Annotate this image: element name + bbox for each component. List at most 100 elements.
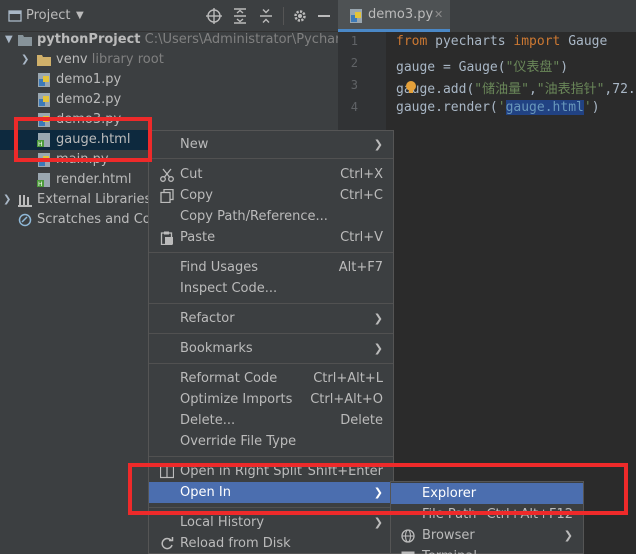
menu-item-cut[interactable]: Cut Ctrl+X [149,164,393,185]
code-keyword: from [396,34,428,49]
collapsed-arrow-icon[interactable]: ❯ [3,190,11,210]
code-text: , [528,82,537,97]
tree-item-label: render.html [56,172,132,187]
tree-item-label: venv [56,52,88,67]
project-view-title[interactable]: Project [26,0,70,32]
code-text: ) [560,60,569,75]
lightbulb-icon[interactable] [405,80,417,98]
menu-item-label: Copy [180,188,213,203]
tab-label: demo3.py [368,7,434,22]
menu-shortcut: Alt+F7 [338,260,383,275]
menu-item-refactor[interactable]: Refactor ❯ [149,308,393,329]
tree-item-label: demo2.py [56,92,122,107]
menu-item-label: Reformat Code [180,371,278,386]
menu-item-optimize-imports[interactable]: Optimize Imports Ctrl+Alt+O [149,389,393,410]
code-string: ' [497,100,506,115]
menu-item-reload-from-disk[interactable]: Reload from Disk [149,533,393,554]
terminal-icon [401,550,415,554]
menu-separator [149,333,393,334]
tree-item-demo1[interactable]: demo1.py [0,70,338,90]
menu-shortcut: Ctrl+C [339,188,383,203]
hide-panel-icon[interactable] [318,0,330,32]
tree-item-label: pythonProject [37,32,141,47]
line-number: 3 [350,78,358,92]
menu-shortcut: Ctrl+Alt+L [313,371,383,386]
line-number: 4 [350,100,358,114]
code-text: gauge = Gauge( [396,60,506,75]
code-line[interactable]: gauge.add("储油量","油表指针",72. [396,78,636,97]
menu-shortcut: Ctrl+X [340,167,383,182]
svg-text:H: H [38,181,43,187]
globe-icon [401,529,415,543]
menu-item-bookmarks[interactable]: Bookmarks ❯ [149,338,393,359]
expand-all-icon[interactable] [233,0,247,32]
code-string: "油表指针" [536,82,605,97]
menu-item-label: Cut [180,167,203,182]
menu-item-label: Find Usages [180,260,259,275]
submenu-item-label: Browser [422,528,475,543]
code-line[interactable]: gauge = Gauge("仪表盘") [396,56,568,75]
expand-arrow-icon[interactable]: ▼ [5,30,13,50]
code-line[interactable]: gauge.render('gauge.html') [396,100,600,115]
menu-item-label: Copy Path/Reference... [180,209,328,224]
menu-item-paste[interactable]: Paste Ctrl+V [149,227,393,248]
locate-file-icon[interactable] [206,0,222,32]
code-selection: gauge.html [505,100,584,115]
submenu-arrow-icon: ❯ [373,138,383,151]
paste-icon [160,231,174,246]
menu-separator [149,252,393,253]
collapsed-arrow-icon[interactable]: ❯ [21,50,29,70]
tab-demo3[interactable]: demo3.py ✕ [338,0,450,32]
menu-item-copy[interactable]: Copy Ctrl+C [149,185,393,206]
editor-tab-bar: demo3.py ✕ [338,0,636,32]
tree-item-label: Scratches and Cons [37,212,166,227]
menu-item-delete[interactable]: Delete... Delete [149,410,393,431]
menu-item-label: New [180,137,209,152]
reload-icon [160,537,174,551]
menu-item-inspect-code[interactable]: Inspect Code... [149,278,393,299]
code-keyword: import [513,34,561,49]
menu-item-label: Optimize Imports [180,392,293,407]
collapse-all-icon[interactable] [259,0,273,32]
submenu-item-terminal[interactable]: Terminal [391,546,583,554]
scissors-icon [160,168,174,182]
menu-item-label: Delete... [180,413,236,428]
python-file-icon [349,9,363,27]
tree-item-pythonproject[interactable]: ▼ pythonProject C:\Users\Administrator\P… [0,30,377,50]
line-number: 2 [350,56,358,70]
menu-item-override-file-type[interactable]: Override File Type [149,431,393,452]
menu-item-local-history[interactable]: Local History ❯ [149,512,393,533]
menu-item-reformat-code[interactable]: Reformat Code Ctrl+Alt+L [149,368,393,389]
gear-icon[interactable] [292,0,308,32]
close-tab-icon[interactable]: ✕ [434,0,443,30]
submenu-item-label: Terminal [422,546,477,554]
folder-icon [18,33,32,47]
project-panel-icon [8,0,22,32]
tree-item-label: demo1.py [56,72,122,87]
code-string: ' [583,100,592,115]
tree-item-label: External Libraries [37,192,152,207]
submenu-item-browser[interactable]: Browser ❯ [391,525,583,546]
code-text: Gauge [560,34,608,49]
python-file-icon [37,73,51,87]
project-view-dropdown-icon[interactable]: ▼ [76,0,84,32]
code-string: "仪表盘" [505,60,561,75]
menu-item-find-usages[interactable]: Find Usages Alt+F7 [149,257,393,278]
menu-item-new[interactable]: New ❯ [149,134,393,155]
code-string: "储油量" [474,82,529,97]
tree-item-demo2[interactable]: demo2.py [0,90,338,110]
library-icon [18,193,32,207]
menu-item-label: Paste [180,230,216,245]
line-number: 1 [350,34,358,48]
highlight-box-open-in [128,463,628,515]
menu-item-copy-path[interactable]: Copy Path/Reference... [149,206,393,227]
menu-item-label: Override File Type [180,434,297,449]
submenu-arrow-icon: ❯ [373,342,383,355]
menu-shortcut: Ctrl+V [340,230,383,245]
menu-shortcut: Delete [340,413,383,428]
menu-item-label: Refactor [180,311,235,326]
code-line[interactable]: from pyecharts import Gauge [396,34,607,49]
tree-item-venv[interactable]: ❯ venv library root [0,50,338,70]
highlight-box-gauge-html [14,117,152,162]
menu-item-label: Local History [180,515,265,530]
